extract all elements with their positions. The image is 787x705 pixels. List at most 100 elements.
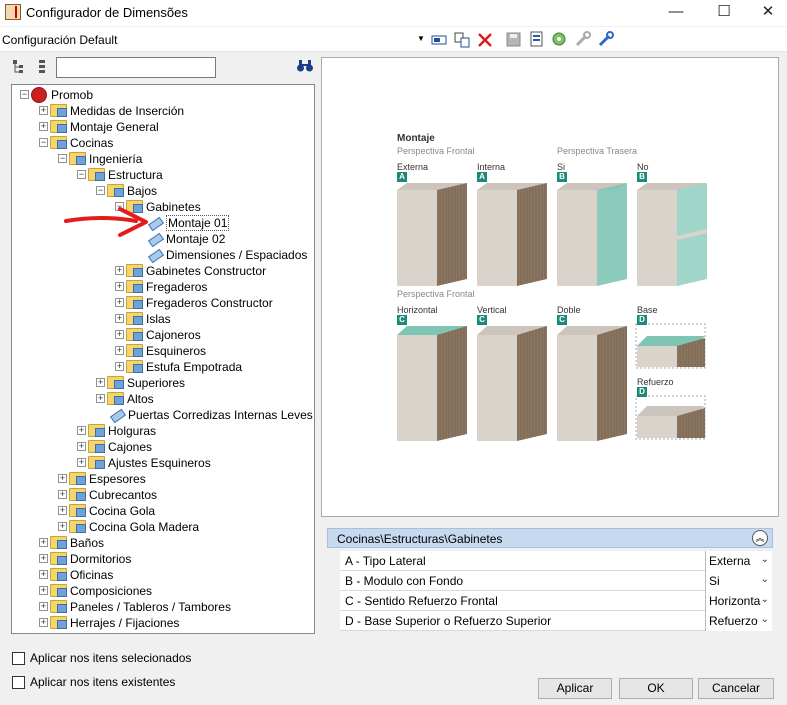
chevron-down-icon[interactable]: ▼ [417, 34, 425, 43]
expand-icon[interactable]: + [115, 282, 124, 292]
tree-node[interactable]: + Medidas de Inserción [39, 102, 184, 118]
tree-node[interactable]: + Holguras [77, 422, 156, 438]
label-vertical: Vertical [477, 305, 507, 315]
collapse-icon[interactable]: − [77, 170, 86, 180]
expand-tree-icon[interactable] [12, 59, 28, 75]
properties-path: Cocinas\Estructuras\Gabinetes [337, 532, 503, 546]
expand-icon[interactable]: + [58, 490, 67, 500]
config-select[interactable]: Configuración Default [2, 33, 117, 47]
maximize-button[interactable]: ☐ [702, 0, 746, 24]
red-arrow-annotation [64, 207, 148, 237]
expand-icon[interactable]: + [115, 314, 124, 324]
expand-icon[interactable]: + [96, 394, 105, 404]
property-select[interactable]: Externa ⌄ [705, 551, 772, 571]
tools-icon[interactable] [574, 31, 592, 48]
chevron-down-icon[interactable]: ⌄ [761, 554, 769, 565]
tree-node[interactable]: + Herrajes / Fijaciones [39, 614, 179, 630]
binoculars-icon[interactable] [296, 59, 314, 73]
ok-button[interactable]: OK [619, 678, 693, 699]
close-button[interactable]: ✕ [746, 0, 787, 24]
apply-selected-checkbox[interactable] [12, 652, 25, 666]
chevron-down-icon[interactable]: ⌄ [761, 594, 769, 605]
folder-icon [50, 536, 67, 550]
tree-node[interactable]: + Superiores [96, 374, 185, 390]
expand-icon[interactable]: + [96, 378, 105, 388]
expand-icon[interactable]: + [58, 522, 67, 532]
save-icon[interactable] [505, 31, 523, 48]
tree-node[interactable]: + Composiciones [39, 582, 152, 598]
expand-icon[interactable]: + [39, 570, 48, 580]
tree-node[interactable]: − Bajos [96, 182, 157, 198]
copy-icon[interactable] [453, 31, 471, 48]
tree-view[interactable]: − Promob + Medidas de Inserción + Montaje Gen… [11, 84, 315, 634]
tree-node[interactable]: + Altos [96, 390, 154, 406]
chevron-down-icon[interactable]: ⌄ [761, 574, 769, 585]
tree-search-input[interactable] [56, 57, 216, 78]
chevron-down-icon[interactable]: ⌄ [761, 614, 769, 625]
tree-node[interactable]: + Cajoneros [115, 326, 201, 342]
expand-icon[interactable]: + [39, 554, 48, 564]
tree-node[interactable]: + Fregaderos Constructor [115, 294, 273, 310]
expand-icon[interactable]: + [115, 362, 124, 372]
expand-icon[interactable]: + [77, 458, 86, 468]
tree-node[interactable]: + Cocina Gola [58, 502, 155, 518]
cancel-button[interactable]: Cancelar [698, 678, 774, 699]
expand-icon[interactable]: + [115, 330, 124, 340]
export-icon[interactable] [528, 31, 546, 48]
expand-icon[interactable]: + [77, 442, 86, 452]
tree-node[interactable]: + Fregaderos [115, 278, 207, 294]
tree-node[interactable]: + Islas [115, 310, 171, 326]
expand-icon[interactable]: + [39, 538, 48, 548]
property-value: Externa [709, 554, 751, 568]
tree-node[interactable]: + Espesores [58, 470, 146, 486]
tree-node[interactable]: − Estructura [77, 166, 163, 182]
delete-icon[interactable] [476, 31, 494, 48]
tree-node[interactable]: + Estufa Empotrada [115, 358, 242, 374]
rename-icon[interactable] [431, 31, 449, 48]
tree-node[interactable]: + Dormitorios [39, 550, 131, 566]
tree-node[interactable]: − Cocinas [39, 134, 113, 150]
tree-node[interactable]: + Montaje General [39, 118, 159, 134]
settings-icon[interactable] [550, 31, 568, 48]
tree-node[interactable]: + Ajustes Esquineros [77, 454, 211, 470]
collapse-icon[interactable]: − [96, 186, 105, 196]
tree-node[interactable]: − Ingeniería [58, 150, 142, 166]
apply-button[interactable]: Aplicar [538, 678, 612, 699]
expand-icon[interactable]: + [39, 122, 48, 132]
apply-selected-option[interactable]: Aplicar nos itens selecionados [12, 651, 192, 666]
property-select[interactable]: Si ⌄ [705, 571, 772, 591]
expand-icon[interactable]: + [39, 602, 48, 612]
tree-node[interactable]: + Cajones [77, 438, 152, 454]
apply-selected-label: Aplicar nos itens selecionados [30, 651, 192, 665]
collapse-icon[interactable]: ︽ [752, 530, 768, 546]
expand-icon[interactable]: + [58, 506, 67, 516]
collapse-icon[interactable]: − [58, 154, 67, 164]
collapse-icon[interactable]: − [39, 138, 48, 148]
expand-icon[interactable]: + [77, 426, 86, 436]
apply-existing-checkbox[interactable] [12, 676, 25, 690]
expand-icon[interactable]: + [115, 346, 124, 356]
expand-icon[interactable]: + [39, 586, 48, 596]
apply-existing-option[interactable]: Aplicar nos itens existentes [12, 675, 175, 690]
tree-node[interactable]: + Gabinetes Constructor [115, 262, 266, 278]
tree-node[interactable]: + Esquineros [115, 342, 206, 358]
tree-node[interactable]: + Oficinas [39, 566, 113, 582]
tree-node[interactable]: + Cubrecantos [58, 486, 157, 502]
property-select[interactable]: Refuerzo ⌄ [705, 611, 772, 631]
tree-node[interactable]: Dimensiones / Espaciados [134, 246, 307, 262]
property-select[interactable]: Horizonta ⌄ [705, 591, 772, 611]
expand-icon[interactable]: + [58, 474, 67, 484]
tree-node[interactable]: − Promob [20, 86, 93, 103]
minimize-button[interactable]: — [654, 0, 698, 24]
expand-icon[interactable]: + [115, 298, 124, 308]
collapse-icon[interactable]: − [20, 90, 29, 100]
expand-icon[interactable]: + [115, 266, 124, 276]
tree-node[interactable]: Puertas Corredizas Internas Leves [96, 406, 313, 422]
tree-node[interactable]: + Baños [39, 534, 104, 550]
expand-icon[interactable]: + [39, 106, 48, 116]
expand-icon[interactable]: + [39, 618, 48, 628]
tree-node[interactable]: + Paneles / Tableros / Tambores [39, 598, 231, 614]
tree-node[interactable]: + Cocina Gola Madera [58, 518, 199, 534]
wrench-icon[interactable] [597, 31, 615, 48]
collapse-tree-icon[interactable] [36, 59, 48, 75]
